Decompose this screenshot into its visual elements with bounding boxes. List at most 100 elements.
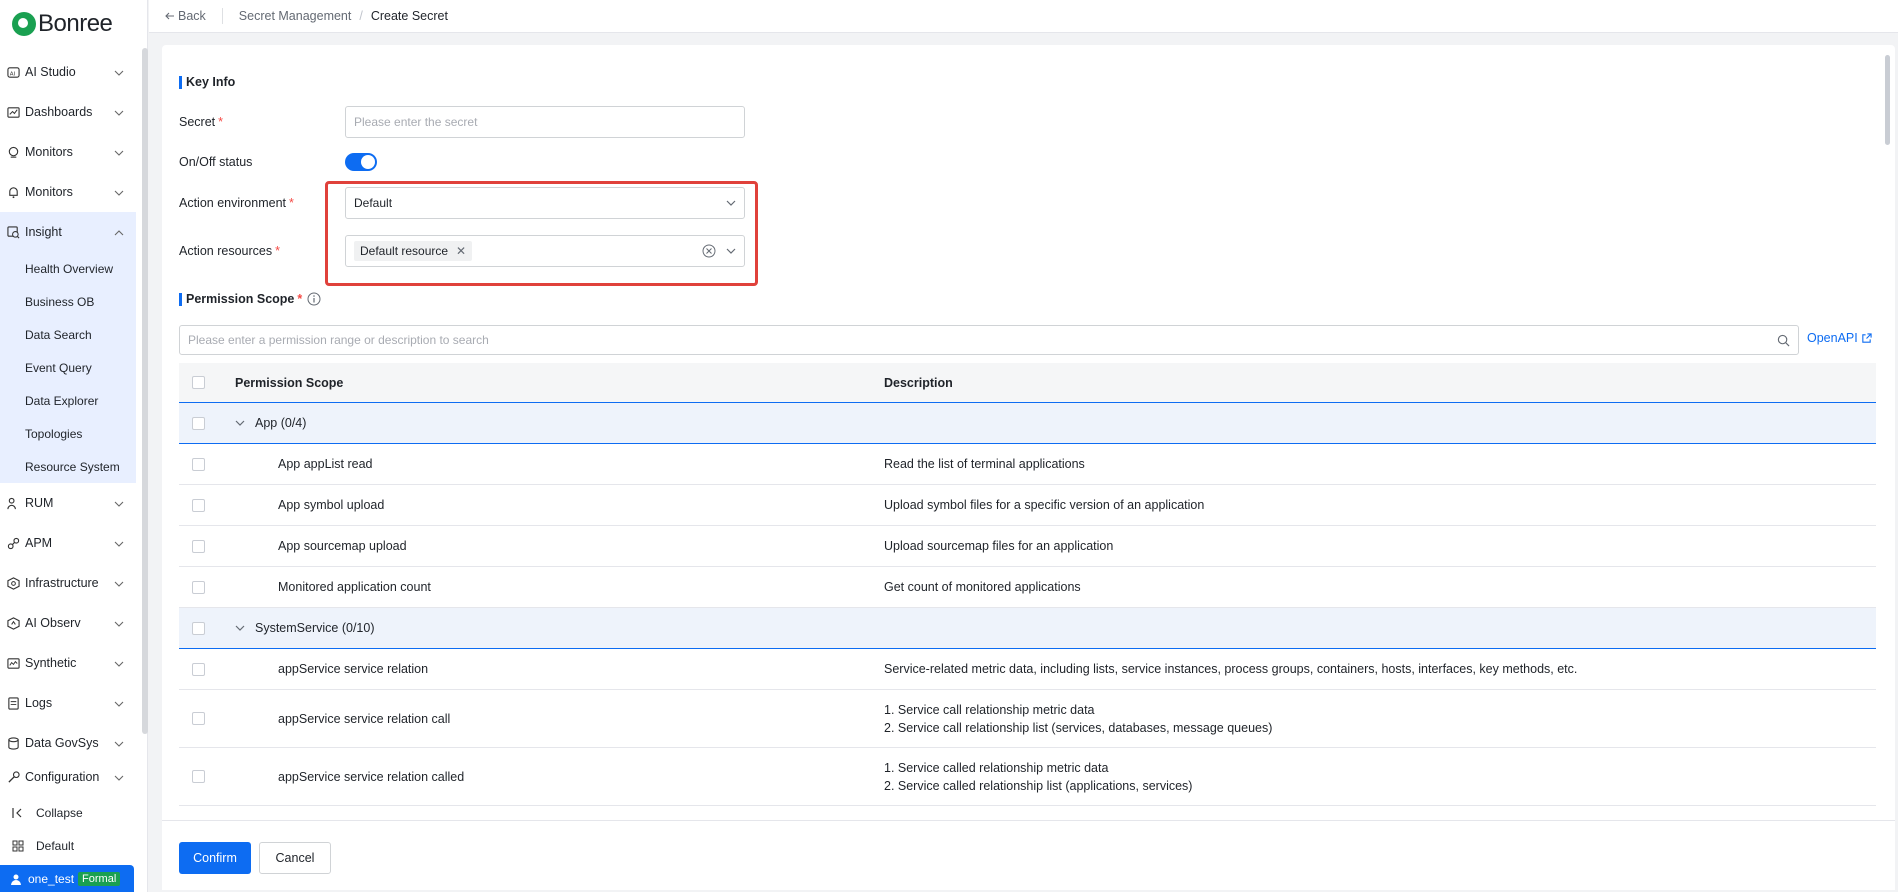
chevron-down-icon: [114, 105, 124, 119]
scope-cell: appService service relation: [278, 662, 429, 676]
sidebar-item-configuration[interactable]: Configuration: [0, 763, 136, 791]
chevron-down-icon: [726, 248, 736, 254]
breadcrumb-secret-management[interactable]: Secret Management: [239, 9, 352, 23]
sidebar-subitem-event-query[interactable]: Event Query: [0, 351, 136, 384]
table-row[interactable]: [179, 806, 1876, 820]
sidebar-subitem-data-explorer[interactable]: Data Explorer: [0, 384, 136, 417]
row-checkbox[interactable]: [192, 712, 205, 725]
svg-text:AI: AI: [9, 71, 15, 77]
chevron-down-icon: [114, 576, 124, 590]
chevron-down-icon[interactable]: [235, 625, 247, 631]
description-cell: 1. Service call relationship metric data…: [884, 701, 1876, 737]
chevron-down-icon: [114, 496, 124, 510]
arrow-left-icon: [165, 11, 175, 21]
sidebar-item-logs[interactable]: Logs: [0, 683, 136, 723]
table-row[interactable]: appService service relation called 1. Se…: [179, 748, 1876, 806]
group-checkbox[interactable]: [192, 416, 205, 430]
infrastructure-icon: [6, 576, 20, 590]
apm-icon: [6, 536, 20, 550]
sidebar-subitem-business-ob[interactable]: Business OB: [0, 285, 136, 318]
sidebar-item-insight[interactable]: Insight: [0, 212, 136, 252]
description-cell: Upload symbol files for a specific versi…: [884, 498, 1205, 512]
status-label: On/Off status: [179, 155, 253, 169]
info-icon[interactable]: [307, 292, 321, 306]
table-row[interactable]: App sourcemap upload Upload sourcemap fi…: [179, 526, 1876, 567]
table-row[interactable]: App appList read Read the list of termin…: [179, 444, 1876, 485]
select-all-checkbox[interactable]: [192, 376, 205, 389]
form-footer: Confirm Cancel: [162, 820, 1895, 890]
row-checkbox[interactable]: [192, 580, 205, 594]
sidebar-subitem-data-search[interactable]: Data Search: [0, 318, 136, 351]
insight-submenu: Health Overview Business OB Data Search …: [0, 252, 136, 483]
sidebar-item-rum[interactable]: RUM: [0, 483, 136, 523]
resources-select[interactable]: Default resource ✕: [345, 235, 745, 267]
permission-search-placeholder: Please enter a permission range or descr…: [188, 333, 489, 347]
permission-scope-title: Permission Scope *: [179, 292, 321, 306]
group-name: SystemService (0/10): [255, 621, 375, 635]
permission-search-input[interactable]: Please enter a permission range or descr…: [179, 325, 1799, 355]
grid-icon: [12, 840, 26, 852]
workspace-label: Default: [36, 838, 75, 853]
sidebar-item-infrastructure[interactable]: Infrastructure: [0, 563, 136, 603]
group-checkbox[interactable]: [192, 621, 205, 635]
permission-table: Permission Scope Description App (0/4) A…: [179, 363, 1876, 820]
sidebar-item-monitors-2[interactable]: Monitors: [0, 172, 136, 212]
data-govsys-icon: [6, 736, 20, 750]
resources-label: Action resources *: [179, 244, 280, 258]
scope-cell: App symbol upload: [278, 498, 385, 512]
sidebar-item-synthetic[interactable]: Synthetic: [0, 643, 136, 683]
scope-cell: Monitored application count: [278, 580, 431, 594]
workspace-selector[interactable]: Default: [0, 829, 148, 862]
status-toggle[interactable]: [345, 153, 377, 171]
description-cell: Read the list of terminal applications: [884, 457, 1085, 471]
row-checkbox[interactable]: [192, 662, 205, 676]
search-icon[interactable]: [1777, 334, 1790, 347]
content-scrollbar[interactable]: [1884, 45, 1892, 820]
ai-observ-icon: [6, 616, 20, 630]
table-row[interactable]: Monitored application count Get count of…: [179, 567, 1876, 608]
table-row[interactable]: App symbol upload Upload symbol files fo…: [179, 485, 1876, 526]
row-checkbox[interactable]: [192, 498, 205, 512]
sidebar-item-apm[interactable]: APM: [0, 523, 136, 563]
sidebar-item-ai-studio[interactable]: AI AI Studio: [0, 52, 136, 92]
row-checkbox[interactable]: [192, 457, 205, 471]
secret-input[interactable]: Please enter the secret: [345, 106, 745, 138]
breadcrumb-separator: /: [359, 9, 363, 23]
collapse-button[interactable]: Collapse: [0, 796, 148, 829]
collapse-label: Collapse: [36, 805, 83, 820]
ai-studio-icon: AI: [6, 65, 20, 79]
confirm-button[interactable]: Confirm: [179, 842, 251, 874]
sidebar-item-ai-observ[interactable]: AI Observ: [0, 603, 136, 643]
user-badge: Formal: [78, 871, 121, 886]
dashboard-icon: [6, 105, 20, 119]
cancel-button[interactable]: Cancel: [259, 842, 331, 874]
insight-icon: [6, 225, 20, 239]
table-group-row[interactable]: App (0/4): [179, 403, 1876, 444]
brand-logo[interactable]: Bonree: [0, 0, 147, 48]
top-header: Back Secret Management / Create Secret: [149, 0, 1898, 33]
chevron-down-icon[interactable]: [235, 420, 247, 426]
description-line: 1. Service call relationship metric data: [884, 702, 1095, 717]
external-link-icon: [1861, 332, 1872, 344]
row-checkbox[interactable]: [192, 770, 205, 783]
sidebar-subitem-resource-system[interactable]: Resource System: [0, 450, 136, 483]
sidebar-subitem-topologies[interactable]: Topologies: [0, 417, 136, 450]
table-row[interactable]: appService service relation call 1. Serv…: [179, 690, 1876, 748]
sidebar-scrollbar[interactable]: [142, 48, 148, 734]
description-line: 1. Service called relationship metric da…: [884, 760, 1109, 775]
back-button[interactable]: Back: [165, 9, 206, 23]
sidebar-item-data-govsys[interactable]: Data GovSys: [0, 723, 136, 763]
table-group-row[interactable]: SystemService (0/10): [179, 608, 1876, 649]
form-content: Key Info Secret * Please enter the secret…: [162, 45, 1884, 820]
clear-icon[interactable]: [702, 244, 716, 258]
sidebar-item-dashboards[interactable]: Dashboards: [0, 92, 136, 132]
table-row[interactable]: appService service relation Service-rela…: [179, 649, 1876, 690]
openapi-link[interactable]: OpenAPI: [1807, 331, 1872, 345]
row-checkbox[interactable]: [192, 539, 205, 553]
user-bar[interactable]: one_test Formal: [0, 865, 134, 892]
sidebar-subitem-health-overview[interactable]: Health Overview: [0, 252, 136, 285]
env-select[interactable]: Default: [345, 187, 745, 219]
sidebar-item-monitors[interactable]: Monitors: [0, 132, 136, 172]
scrollbar-thumb[interactable]: [1885, 55, 1890, 145]
tag-close-icon[interactable]: ✕: [456, 244, 466, 258]
